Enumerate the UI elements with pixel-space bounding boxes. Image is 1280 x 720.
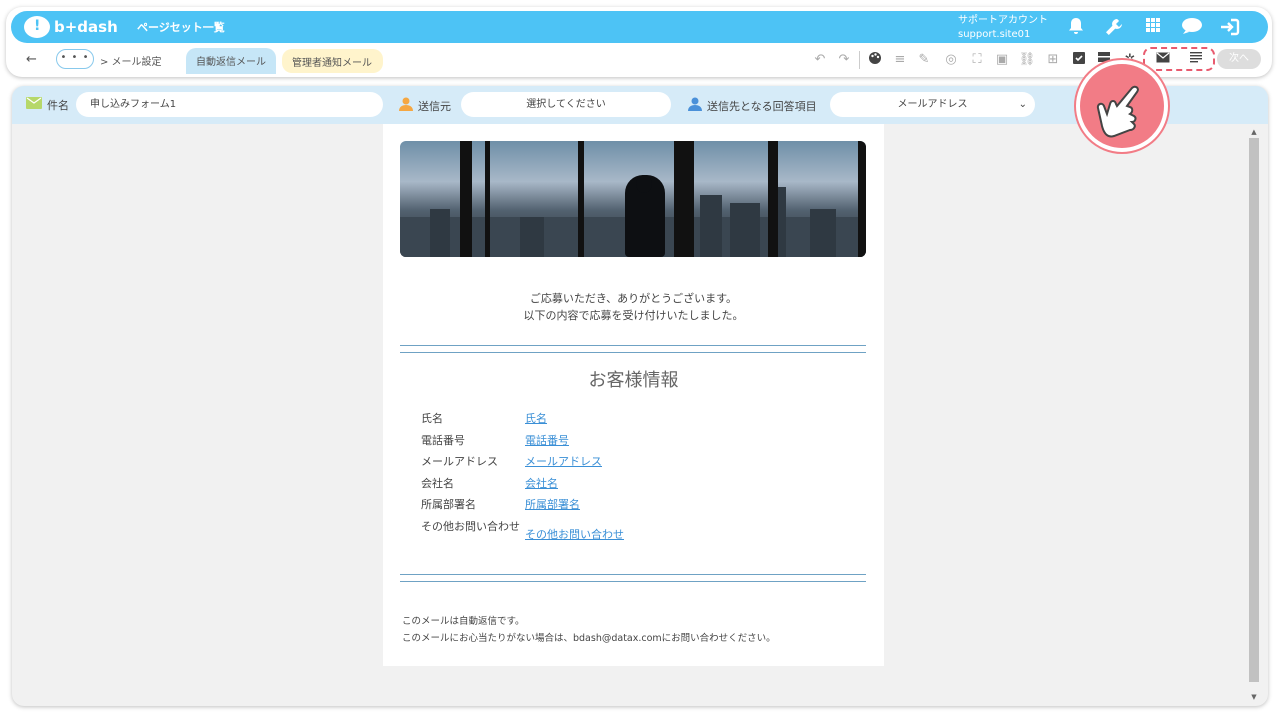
sender-label-text: 送信元 [418, 100, 451, 113]
recipient-label-text: 送信先となる回答項目 [707, 100, 817, 113]
account-name: サポートアカウント [958, 15, 1048, 26]
footer-line-2: このメールにお心当たりがない場合は、bdash@datax.comにお問い合わせ… [402, 633, 776, 644]
sender-label: 送信元 [399, 97, 451, 115]
person-icon [688, 97, 702, 115]
customer-info-table: 氏名 氏名 電話番号 電話番号 メールアドレス メールアドレス 会社名 会社名 … [421, 408, 841, 552]
row-key: 氏名 [421, 412, 443, 425]
envelope-icon [26, 97, 42, 113]
tab-auto-reply-mail[interactable]: 自動返信メール [186, 48, 276, 74]
row-value-link[interactable]: 氏名 [525, 408, 547, 427]
undo-icon[interactable]: ↶ [811, 51, 829, 69]
table-row: 氏名 氏名 [421, 408, 841, 430]
row-value-link[interactable]: 所属部署名 [525, 494, 580, 513]
toolbar-divider [859, 51, 860, 69]
row-value-link[interactable]: 電話番号 [525, 430, 569, 449]
recipient-select[interactable]: メールアドレス ⌄ [830, 92, 1035, 117]
pen-icon[interactable]: ✎ [915, 51, 933, 69]
intro-line-1: ご応募いただき、ありがとうございます。 [529, 292, 738, 305]
window-frame [485, 141, 490, 257]
row-value-link[interactable]: メールアドレス [525, 451, 602, 470]
subject-input[interactable]: 申し込みフォーム1 [76, 92, 383, 117]
fullscreen-icon[interactable]: ⛶ [968, 51, 986, 69]
logo-text: b+dash [54, 18, 118, 36]
building [430, 209, 450, 257]
row-key: その他お問い合わせ [421, 519, 520, 533]
window-frame [768, 141, 778, 257]
scrollbar-thumb[interactable] [1249, 138, 1259, 682]
insert-icon[interactable]: ⊞ [1044, 51, 1062, 69]
row-value-link[interactable]: 会社名 [525, 473, 558, 492]
building [730, 203, 760, 257]
window-frame [858, 141, 866, 257]
hero-image[interactable] [400, 141, 866, 257]
account-site: support.site01 [958, 29, 1031, 40]
tab-admin-notice-mail[interactable]: 管理者通知メール [282, 49, 383, 73]
next-button[interactable]: 次へ [1217, 49, 1261, 69]
target-icon[interactable]: ◎ [942, 51, 960, 69]
pointer-hand-icon [1076, 60, 1168, 152]
footer-note: このメールは自動返信です。 このメールにお心当たりがない場合は、bdash@da… [402, 613, 776, 647]
table-row: 電話番号 電話番号 [421, 430, 841, 452]
chat-bubble-icon[interactable] [1181, 17, 1202, 37]
logout-icon[interactable] [1219, 17, 1240, 37]
recipient-label: 送信先となる回答項目 [688, 97, 817, 115]
subject-label: 件名 [26, 97, 69, 113]
sender-select[interactable]: 選択してください [461, 92, 671, 117]
window-frame [674, 141, 694, 257]
window-frame [460, 141, 472, 257]
intro-line-2: 以下の内容で応募を受け付けいたしました。 [523, 309, 744, 322]
bell-icon[interactable] [1066, 17, 1086, 37]
table-row: その他お問い合わせ その他お問い合わせ [421, 516, 841, 552]
window-frame [578, 141, 584, 257]
row-key: 会社名 [421, 476, 454, 490]
wrench-icon[interactable] [1104, 17, 1124, 37]
image-icon[interactable]: ▣ [993, 51, 1011, 69]
email-document[interactable]: ご応募いただき、ありがとうございます。 以下の内容で応募を受け付けいたしました。… [383, 124, 884, 666]
logo-bubble-icon [24, 16, 50, 38]
row-key: 電話番号 [421, 433, 465, 447]
account-info[interactable]: サポートアカウント support.site01 [958, 14, 1048, 42]
table-row: メールアドレス メールアドレス [421, 451, 841, 473]
align-icon[interactable]: ≡ [891, 51, 909, 69]
person-head [636, 175, 652, 193]
section-title: お客様情報 [588, 370, 679, 391]
building [700, 195, 722, 257]
divider-bottom [400, 574, 866, 582]
chevron-down-icon: ⌄ [1018, 99, 1027, 110]
person-icon [399, 97, 413, 115]
breadcrumb: > メール設定 [100, 57, 162, 68]
link-icon[interactable]: ⛓ [1018, 51, 1036, 69]
subject-label-text: 件名 [47, 99, 69, 112]
scroll-down-arrow[interactable]: ▼ [1249, 693, 1259, 701]
pageset-list-link[interactable]: ページセット一覧 [137, 19, 225, 35]
redo-icon[interactable]: ↷ [835, 51, 853, 69]
back-button[interactable]: ← [26, 52, 37, 67]
apps-grid-icon[interactable] [1143, 17, 1163, 37]
row-key: メールアドレス [421, 455, 498, 469]
recipient-select-value: メールアドレス [897, 99, 968, 110]
row-key: 所属部署名 [421, 498, 476, 512]
intro-text: ご応募いただき、ありがとうございます。 以下の内容で応募を受け付けいたしました。 [383, 290, 884, 324]
palette-icon[interactable] [866, 51, 884, 69]
building [520, 217, 544, 257]
app-logo[interactable]: b+dash [24, 15, 118, 39]
scroll-up-arrow[interactable]: ▲ [1249, 128, 1259, 136]
divider-top [400, 345, 866, 353]
building [810, 209, 836, 257]
table-row: 会社名 会社名 [421, 473, 841, 495]
footer-line-1: このメールは自動返信です。 [402, 616, 525, 627]
more-menu-button[interactable]: • • • [56, 49, 94, 69]
row-value-link[interactable]: その他お問い合わせ [525, 516, 624, 543]
table-row: 所属部署名 所属部署名 [421, 494, 841, 516]
